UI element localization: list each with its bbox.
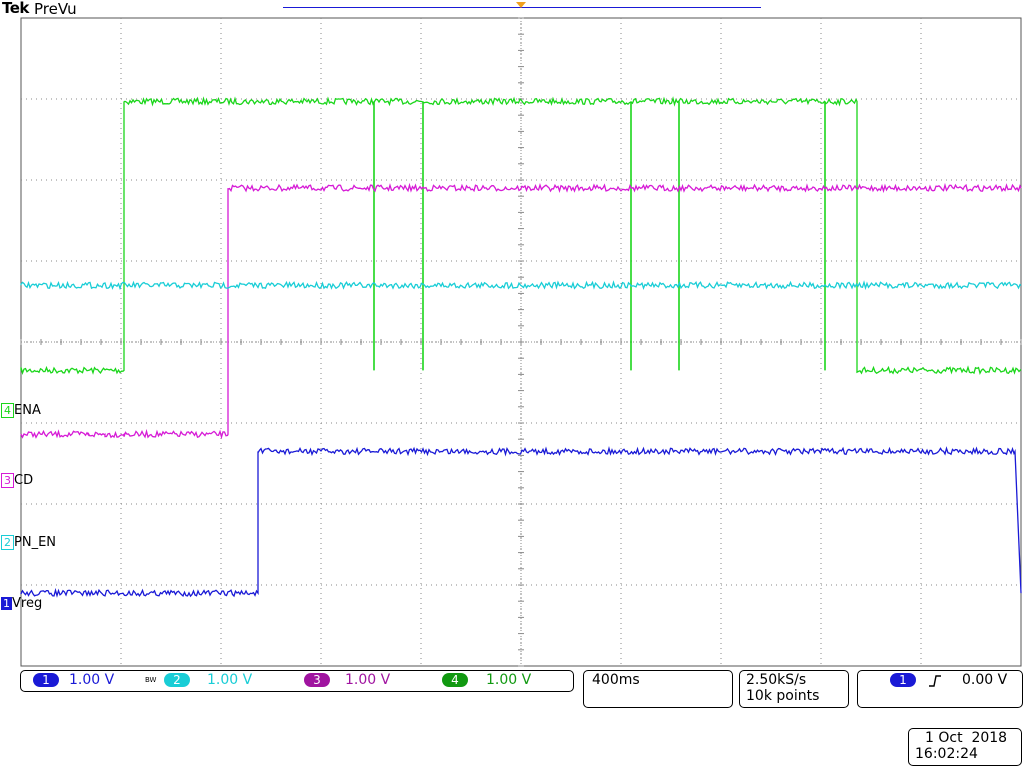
bandwidth-limit-icon: BW — [145, 676, 157, 684]
channel-4-badge: 4 — [442, 673, 468, 687]
acquisition-readout[interactable]: 2.50kS/s 10k points — [739, 670, 849, 708]
channel-1-label: Vreg — [12, 596, 43, 611]
channel-4-marker[interactable]: 4 ENA — [1, 403, 41, 418]
channel-4-label: ENA — [14, 403, 41, 418]
channel-2-marker[interactable]: 2 PN_EN — [1, 535, 56, 550]
oscilloscope-screen — [0, 0, 1024, 772]
date-text: 1 Oct 2018 — [925, 730, 1008, 746]
channel-3-badge: 3 — [304, 673, 330, 687]
channel-2-label: PN_EN — [14, 535, 57, 550]
timebase-readout[interactable]: 400ms — [583, 670, 733, 708]
trigger-level: 0.00 V — [962, 672, 1008, 688]
record-length: 10k points — [746, 688, 820, 704]
channel-3-icon: 3 — [1, 473, 14, 488]
header-brand: Tek — [2, 0, 29, 17]
trigger-readout[interactable]: 1 0.00 V — [857, 670, 1023, 708]
channel-1-scale: 1.00 V — [69, 672, 115, 688]
channel-2-badge: 2 — [164, 673, 190, 687]
time-per-division: 400ms — [592, 672, 640, 688]
datetime-readout: 1 Oct 2018 16:02:24 — [908, 728, 1022, 766]
channel-3-scale: 1.00 V — [345, 672, 391, 688]
channel-3-label: CD — [14, 473, 34, 488]
graticule — [20, 17, 1022, 667]
channel-readout[interactable]: 1 1.00 V BW 2 1.00 V 3 1.00 V 4 1.00 V — [20, 670, 574, 692]
trigger-position-icon[interactable] — [516, 2, 526, 8]
channel-3-marker[interactable]: 3 CD — [1, 473, 33, 488]
waveform-display — [20, 17, 1022, 667]
trigger-position-mark — [517, 14, 525, 20]
trace-ena — [20, 96, 1022, 376]
sample-rate: 2.50kS/s — [746, 672, 807, 688]
acquisition-mode: PreVu — [34, 0, 77, 18]
channel-2-scale: 1.00 V — [207, 672, 253, 688]
trigger-source-badge: 1 — [890, 673, 916, 687]
channel-1-marker[interactable]: 1 Vreg — [1, 596, 42, 611]
channel-2-icon: 2 — [1, 535, 14, 550]
time-text: 16:02:24 — [915, 746, 978, 762]
channel-1-badge: 1 — [33, 673, 59, 687]
channel-4-scale: 1.00 V — [486, 672, 532, 688]
channel-1-icon: 1 — [1, 597, 12, 610]
channel-4-icon: 4 — [1, 403, 14, 418]
rising-edge-icon — [929, 675, 941, 687]
